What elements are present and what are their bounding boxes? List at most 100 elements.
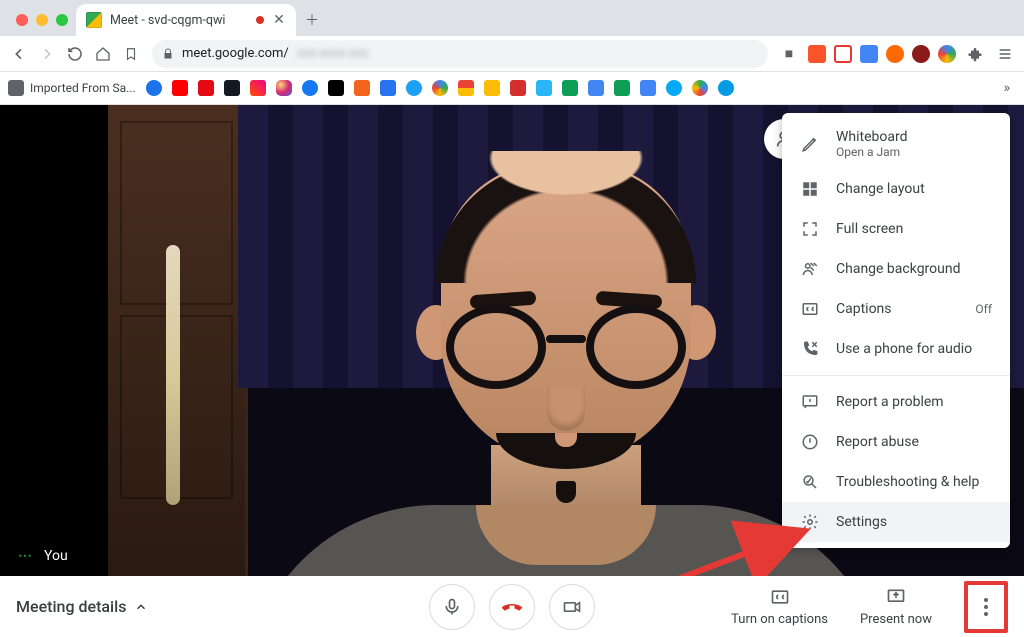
bm-n-icon[interactable] (510, 80, 526, 96)
home-icon[interactable] (92, 43, 114, 65)
self-tile-label[interactable]: ⋯ You (18, 548, 68, 564)
microphone-icon (442, 597, 462, 617)
address-bar[interactable]: meet.google.com/ xxx-xxxx-xxx (152, 40, 768, 68)
abuse-icon (800, 432, 820, 452)
menu-full-screen[interactable]: Full screen (782, 209, 1010, 249)
meet-bottom-bar: Meeting details Turn on captions Present… (0, 576, 1024, 637)
bm-flipkart-icon[interactable] (380, 80, 396, 96)
mic-button[interactable] (429, 584, 475, 630)
chrome-ext-icon[interactable] (938, 45, 956, 63)
mac-zoom[interactable] (56, 14, 68, 26)
bm-x-icon[interactable] (250, 80, 266, 96)
whiteboard-icon (800, 134, 820, 154)
maroon-ext-icon[interactable] (912, 45, 930, 63)
present-now-button[interactable]: Present now (860, 586, 932, 627)
url-host: meet.google.com/ (182, 46, 289, 61)
meet-favicon (86, 12, 102, 28)
self-label-text: You (44, 548, 68, 564)
mac-window-controls (8, 14, 76, 36)
menu-change-layout[interactable]: Change layout (782, 169, 1010, 209)
bm-hangouts-icon[interactable] (614, 80, 630, 96)
chevron-up-icon (134, 600, 148, 614)
bm-gmail-icon[interactable] (458, 80, 474, 96)
meeting-details-label: Meeting details (16, 597, 126, 616)
menu-change-background[interactable]: Change background (782, 249, 1010, 289)
camera-button[interactable] (549, 584, 595, 630)
bm-last-icon[interactable] (718, 80, 734, 96)
extensions-puzzle-icon[interactable] (964, 43, 986, 65)
present-icon (885, 586, 907, 608)
center-controls (429, 584, 595, 630)
camera-ext-icon[interactable]: ■ (778, 43, 800, 65)
bm-twitter-icon[interactable] (406, 80, 422, 96)
bm-chrome-icon[interactable] (432, 80, 448, 96)
bookmarks-bar: Imported From Sa... » (0, 72, 1024, 105)
browser-chrome: Meet - svd-cqgm-qwi ✕ ＋ meet.google.com/… (0, 0, 1024, 105)
bm-sheets-icon[interactable] (562, 80, 578, 96)
bookmarks-overflow-icon[interactable]: » (1003, 80, 1016, 96)
menu-phone-audio[interactable]: Use a phone for audio (782, 329, 1010, 369)
new-tab-button[interactable]: ＋ (298, 6, 326, 34)
camera-icon (562, 597, 582, 617)
folder-icon (8, 80, 24, 96)
bm-dark-icon[interactable] (224, 80, 240, 96)
bm-grid-icon[interactable] (640, 80, 656, 96)
brave-ext-icon[interactable] (808, 45, 826, 63)
meeting-details-button[interactable]: Meeting details (16, 597, 148, 616)
browser-menu-icon[interactable] (994, 43, 1016, 65)
bm-google-icon[interactable] (692, 80, 708, 96)
menu-report-abuse[interactable]: Report abuse (782, 422, 1010, 462)
hangup-icon (500, 595, 524, 619)
mac-close[interactable] (16, 14, 28, 26)
bm-facebook-icon[interactable] (302, 80, 318, 96)
leave-call-button[interactable] (489, 584, 535, 630)
phone-icon (800, 339, 820, 359)
browser-toolbar: meet.google.com/ xxx-xxxx-xxx ■ (0, 36, 1024, 72)
gtranslate-ext-icon[interactable] (860, 45, 878, 63)
menu-troubleshoot-label: Troubleshooting & help (836, 474, 992, 490)
bookmark-folder-label: Imported From Sa... (30, 81, 136, 95)
kebab-dot (984, 612, 988, 616)
menu-settings-label: Settings (836, 514, 992, 530)
tab-close-icon[interactable]: ✕ (272, 13, 286, 27)
browser-tab[interactable]: Meet - svd-cqgm-qwi ✕ (76, 4, 296, 36)
menu-report-problem-label: Report a problem (836, 394, 992, 410)
tab-title: Meet - svd-cqgm-qwi (110, 13, 248, 28)
menu-captions[interactable]: Captions Off (782, 289, 1010, 329)
menu-fullscreen-label: Full screen (836, 221, 992, 237)
back-icon[interactable] (8, 43, 30, 65)
bm-instagram-icon[interactable] (276, 80, 292, 96)
menu-captions-label: Captions (836, 301, 959, 317)
menu-settings[interactable]: Settings (782, 502, 1010, 542)
bookmark-icon[interactable] (120, 43, 142, 65)
bm-docs-icon[interactable] (588, 80, 604, 96)
menu-layout-label: Change layout (836, 181, 992, 197)
bm-edge-icon[interactable] (666, 80, 682, 96)
cc-icon (769, 586, 791, 608)
bm-icon-1[interactable] (146, 80, 162, 96)
bm-keep-icon[interactable] (484, 80, 500, 96)
orange-ext-icon[interactable] (886, 45, 904, 63)
left-pillar: ⋯ You (0, 105, 108, 576)
bookmark-folder[interactable]: Imported From Sa... (8, 80, 136, 96)
settings-icon (800, 512, 820, 532)
tab-strip: Meet - svd-cqgm-qwi ✕ ＋ (0, 0, 1024, 36)
menu-whiteboard[interactable]: Whiteboard Open a Jam (782, 119, 1010, 169)
turn-on-captions-button[interactable]: Turn on captions (731, 586, 828, 627)
present-label: Present now (860, 612, 932, 627)
menu-whiteboard-label: Whiteboard (836, 129, 908, 145)
more-options-button[interactable] (964, 581, 1008, 633)
bm-amazon-icon[interactable] (328, 80, 344, 96)
menu-report-problem[interactable]: Report a problem (782, 382, 1010, 422)
bm-s-icon[interactable] (536, 80, 552, 96)
mac-minimize[interactable] (36, 14, 48, 26)
bm-youtube-icon[interactable] (172, 80, 188, 96)
self-tile-menu-icon[interactable]: ⋯ (18, 548, 34, 564)
red-triangle-ext-icon[interactable] (834, 45, 852, 63)
bm-netflix-icon[interactable] (198, 80, 214, 96)
bm-etsy-icon[interactable] (354, 80, 370, 96)
more-options-menu: Whiteboard Open a Jam Change layout Full… (782, 113, 1010, 548)
captions-label: Turn on captions (731, 612, 828, 627)
menu-troubleshoot[interactable]: Troubleshooting & help (782, 462, 1010, 502)
reload-icon[interactable] (64, 43, 86, 65)
